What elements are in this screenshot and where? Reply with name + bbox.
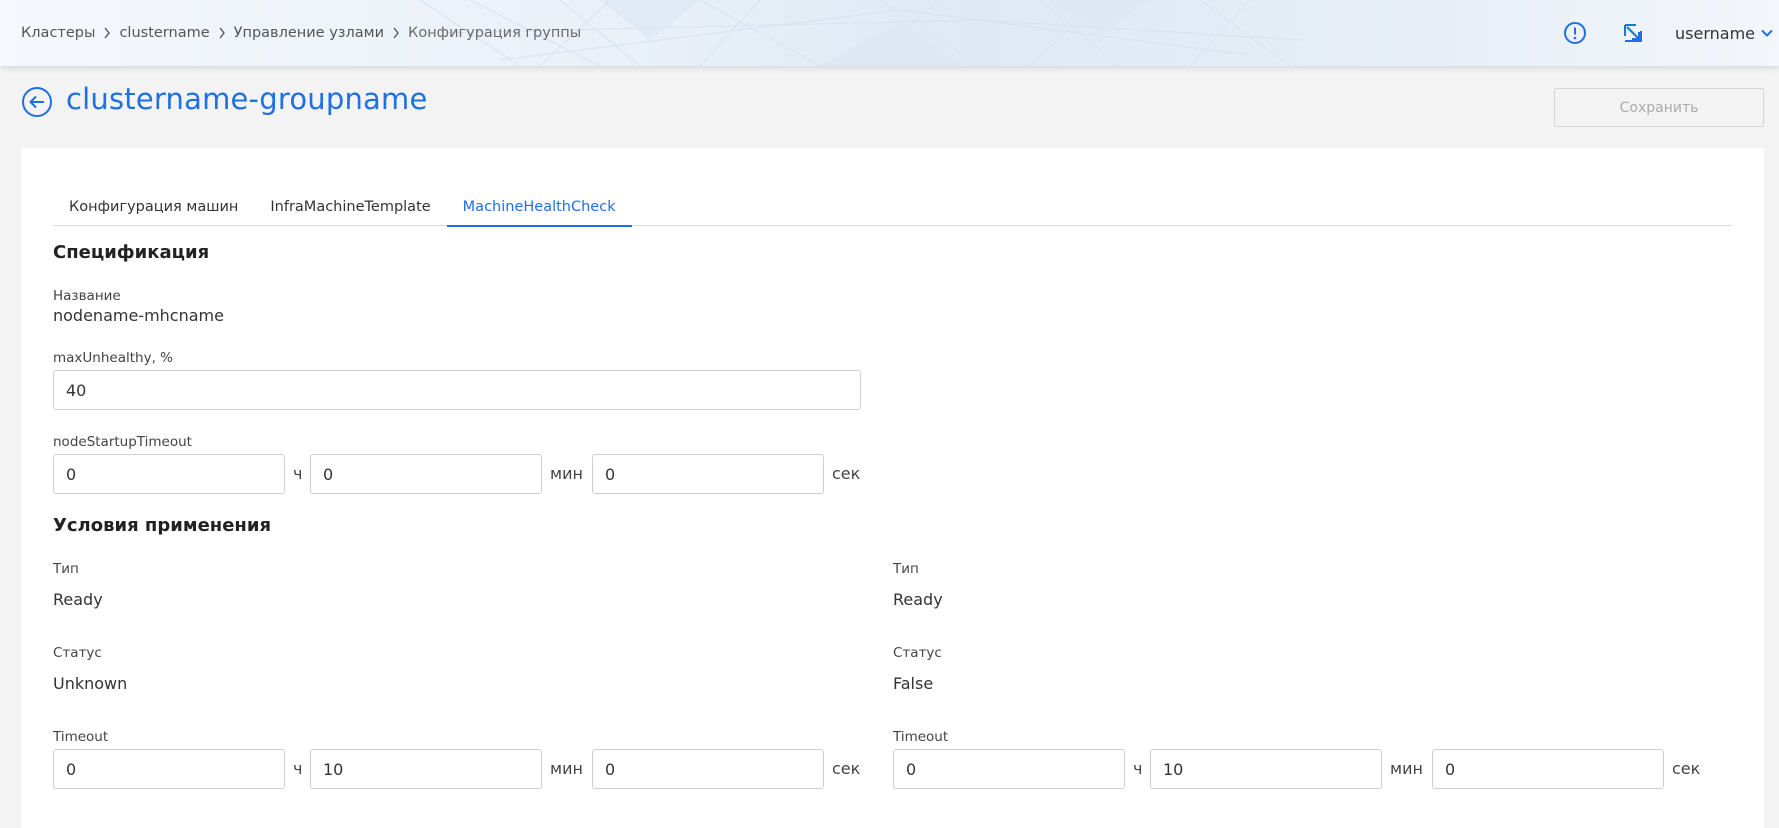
max-unhealthy-label: maxUnhealthy, % — [53, 350, 173, 366]
tab-infra-machine-template[interactable]: InfraMachineTemplate — [254, 190, 446, 226]
minutes-unit: мин — [550, 464, 583, 483]
content-card: Конфигурация машин InfraMachineTemplate … — [21, 148, 1764, 828]
seconds-unit: сек — [1672, 759, 1701, 778]
condition-type-label: Тип — [893, 561, 919, 577]
condition-timeout-seconds-input[interactable] — [1432, 749, 1664, 789]
chevron-down-icon — [1761, 29, 1773, 37]
startup-seconds-input[interactable] — [592, 454, 824, 494]
tab-machine-config[interactable]: Конфигурация машин — [53, 190, 254, 226]
condition-type-value: Ready — [893, 590, 943, 609]
user-menu[interactable]: username — [1675, 0, 1774, 66]
max-unhealthy-input[interactable] — [53, 370, 861, 410]
breadcrumb-node-management[interactable]: Управление узлами — [234, 25, 384, 41]
save-button[interactable]: Сохранить — [1554, 88, 1764, 127]
condition-timeout-minutes-input[interactable] — [1150, 749, 1382, 789]
condition-timeout-hours-input[interactable] — [53, 749, 285, 789]
condition-status-label: Статус — [893, 645, 942, 661]
condition-type-label: Тип — [53, 561, 79, 577]
condition-status-label: Статус — [53, 645, 102, 661]
condition-type-value: Ready — [53, 590, 103, 609]
hours-unit: ч — [1133, 759, 1143, 778]
chevron-right-icon — [210, 26, 234, 40]
alert-circle-icon[interactable] — [1562, 20, 1588, 46]
condition-timeout-label: Timeout — [53, 729, 109, 745]
startup-hours-input[interactable] — [53, 454, 285, 494]
name-value: nodename-mhcname — [53, 306, 224, 325]
startup-minutes-input[interactable] — [310, 454, 542, 494]
minutes-unit: мин — [1390, 759, 1423, 778]
condition-timeout-hours-input[interactable] — [893, 749, 1125, 789]
chevron-right-icon — [384, 26, 408, 40]
condition-timeout-minutes-input[interactable] — [310, 749, 542, 789]
breadcrumb-group-config: Конфигурация группы — [408, 25, 582, 41]
condition-timeout-seconds-input[interactable] — [592, 749, 824, 789]
tab-machine-health-check[interactable]: MachineHealthCheck — [446, 190, 632, 227]
breadcrumb-cluster[interactable]: clustername — [119, 25, 209, 41]
spec-section-title: Спецификация — [53, 242, 210, 263]
username-label: username — [1675, 23, 1755, 43]
seconds-unit: сек — [832, 759, 861, 778]
back-arrow-icon[interactable] — [21, 86, 53, 118]
top-header: Кластеры clustername Управление узлами К… — [0, 0, 1779, 66]
tab-bar: Конфигурация машин InfraMachineTemplate … — [53, 190, 1732, 227]
condition-status-value: False — [893, 674, 934, 693]
condition-status-value: Unknown — [53, 674, 128, 693]
conditions-section-title: Условия применения — [53, 515, 272, 536]
seconds-unit: сек — [832, 464, 861, 483]
open-external-icon[interactable] — [1620, 20, 1646, 46]
condition-timeout-label: Timeout — [893, 729, 949, 745]
page-title: clustername-groupname — [66, 82, 428, 116]
node-startup-timeout-label: nodeStartupTimeout — [53, 434, 192, 450]
hours-unit: ч — [293, 464, 303, 483]
chevron-right-icon — [95, 26, 119, 40]
minutes-unit: мин — [550, 759, 583, 778]
breadcrumb-clusters[interactable]: Кластеры — [21, 25, 95, 41]
breadcrumb: Кластеры clustername Управление узлами К… — [21, 0, 581, 66]
hours-unit: ч — [293, 759, 303, 778]
name-label: Название — [53, 288, 121, 304]
